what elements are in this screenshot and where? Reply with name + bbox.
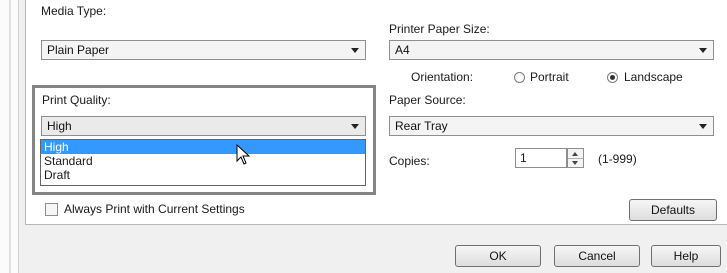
always-print-label: Always Print with Current Settings: [64, 202, 245, 216]
left-edge-bar: [0, 0, 19, 273]
print-quality-dropdown-list: High Standard Draft: [40, 139, 366, 186]
print-quality-option-standard[interactable]: Standard: [41, 154, 365, 168]
print-quality-option-high[interactable]: High: [41, 140, 365, 154]
left-edge-line: [9, 0, 11, 273]
portrait-radio[interactable]: [514, 72, 525, 83]
help-button[interactable]: Help: [651, 245, 721, 267]
paper-source-select[interactable]: Rear Tray: [389, 116, 714, 136]
mouse-pointer-icon: [236, 144, 251, 165]
cancel-button[interactable]: Cancel: [554, 245, 640, 267]
media-type-select[interactable]: Plain Paper: [41, 40, 366, 60]
paper-source-value: Rear Tray: [395, 119, 448, 133]
print-quality-value: High: [47, 119, 72, 133]
spin-down-icon[interactable]: [568, 158, 583, 168]
print-quality-select[interactable]: High: [41, 116, 366, 136]
printer-paper-size-select[interactable]: A4: [389, 40, 714, 60]
print-quality-label: Print Quality:: [42, 93, 111, 107]
landscape-radio[interactable]: [607, 72, 618, 83]
chevron-down-icon: [699, 124, 707, 129]
copies-range: (1-999): [598, 152, 637, 166]
defaults-button[interactable]: Defaults: [629, 199, 717, 221]
ok-button[interactable]: OK: [455, 245, 541, 267]
chevron-down-icon: [351, 48, 359, 53]
copies-stepper[interactable]: [567, 148, 584, 168]
paper-source-label: Paper Source:: [389, 93, 466, 107]
chevron-down-icon: [699, 48, 707, 53]
copies-label: Copies:: [389, 154, 430, 168]
media-type-label: Media Type:: [41, 4, 107, 18]
copies-input[interactable]: 1: [515, 148, 567, 168]
printer-paper-size-label: Printer Paper Size:: [389, 22, 490, 36]
landscape-label: Landscape: [624, 70, 683, 84]
printer-paper-size-value: A4: [395, 43, 410, 57]
media-type-value: Plain Paper: [47, 43, 110, 57]
print-quality-option-draft[interactable]: Draft: [41, 168, 365, 182]
always-print-checkbox[interactable]: [45, 203, 58, 216]
chevron-down-icon: [351, 124, 359, 129]
orientation-label: Orientation:: [411, 70, 474, 84]
portrait-label: Portrait: [530, 70, 569, 84]
spin-up-icon[interactable]: [568, 149, 583, 158]
